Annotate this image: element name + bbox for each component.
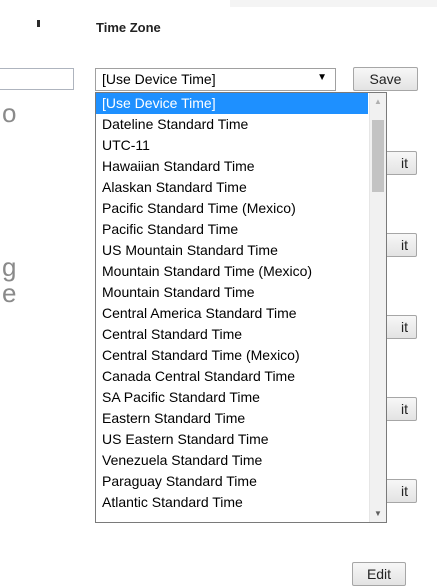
- timezone-select-value: [Use Device Time]: [102, 71, 216, 87]
- chevron-down-icon: ▼: [317, 72, 327, 83]
- dropdown-option[interactable]: UTC-11: [96, 135, 368, 156]
- dropdown-option[interactable]: Central Standard Time (Mexico): [96, 345, 368, 366]
- dropdown-option[interactable]: Venezuela Standard Time: [96, 450, 368, 471]
- dropdown-option[interactable]: Alaskan Standard Time: [96, 177, 368, 198]
- dropdown-option[interactable]: Hawaiian Standard Time: [96, 156, 368, 177]
- dropdown-option[interactable]: Central Standard Time: [96, 324, 368, 345]
- scroll-up-icon[interactable]: ▲: [370, 93, 386, 110]
- dropdown-option[interactable]: Pacific Standard Time: [96, 219, 368, 240]
- dropdown-option[interactable]: Dateline Standard Time: [96, 114, 368, 135]
- save-button[interactable]: Save: [353, 67, 418, 91]
- dropdown-option[interactable]: Atlantic Standard Time: [96, 492, 368, 513]
- edit-button[interactable]: Edit: [352, 562, 406, 586]
- timezone-select[interactable]: [Use Device Time] ▼: [95, 68, 336, 91]
- dropdown-option[interactable]: Pacific Standard Time (Mexico): [96, 198, 368, 219]
- time-zone-title: Time Zone: [96, 20, 161, 35]
- dropdown-option[interactable]: Eastern Standard Time: [96, 408, 368, 429]
- scroll-down-icon[interactable]: ▼: [370, 505, 386, 522]
- text-input[interactable]: [0, 68, 74, 90]
- background-text-o: o: [2, 98, 17, 128]
- background-text-e: e: [2, 278, 17, 308]
- top-strip: [230, 0, 437, 7]
- dropdown-option[interactable]: US Eastern Standard Time: [96, 429, 368, 450]
- bullet-icon: [37, 20, 40, 27]
- dropdown-options: [Use Device Time] Dateline Standard Time U…: [96, 93, 368, 513]
- timezone-dropdown-list[interactable]: [Use Device Time] Dateline Standard Time U…: [95, 92, 387, 523]
- dropdown-option[interactable]: SA Pacific Standard Time: [96, 387, 368, 408]
- dropdown-option[interactable]: [Use Device Time]: [96, 93, 368, 114]
- dropdown-option[interactable]: Mountain Standard Time: [96, 282, 368, 303]
- background-text-g: g: [2, 252, 17, 282]
- dropdown-option[interactable]: Central America Standard Time: [96, 303, 368, 324]
- scrollbar[interactable]: ▲ ▼: [369, 93, 386, 522]
- dropdown-option[interactable]: US Mountain Standard Time: [96, 240, 368, 261]
- dropdown-option[interactable]: Canada Central Standard Time: [96, 366, 368, 387]
- dropdown-option[interactable]: Mountain Standard Time (Mexico): [96, 261, 368, 282]
- scrollbar-thumb[interactable]: [372, 120, 384, 192]
- dropdown-option[interactable]: Paraguay Standard Time: [96, 471, 368, 492]
